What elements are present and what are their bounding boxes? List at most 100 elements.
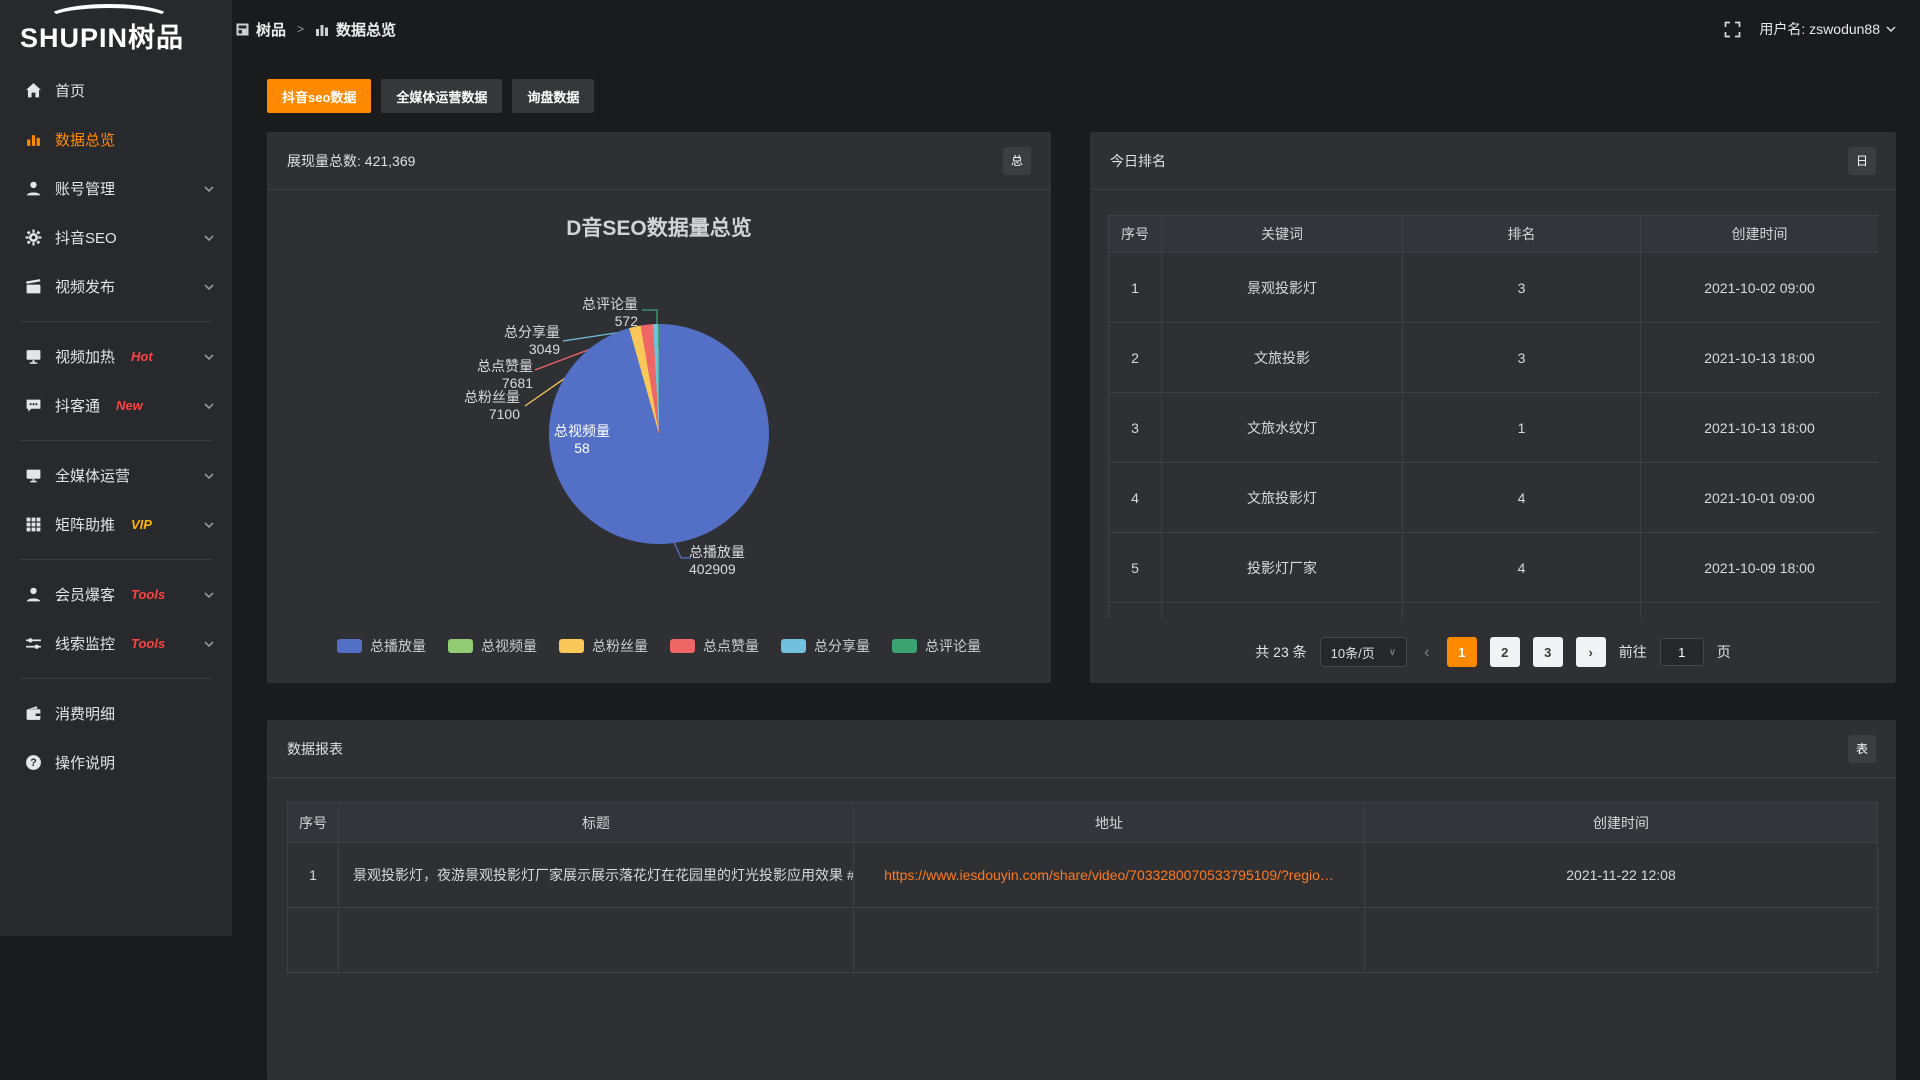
breadcrumb-item-current[interactable]: 数据总览	[336, 19, 396, 40]
sidebar-item-label: 操作说明	[55, 752, 115, 773]
legend-label: 总播放量	[370, 636, 426, 656]
tools-badge: Tools	[131, 587, 165, 602]
pie-callout-plays: 总播放量 402909	[689, 544, 745, 578]
column-header: 序号	[1109, 216, 1162, 253]
sidebar-item-label: 线索监控	[55, 633, 115, 654]
cell-created: 2021-10-02 09:00	[1641, 253, 1879, 323]
legend-item-videos[interactable]: 总视频量	[448, 636, 537, 656]
sidebar-item-label: 全媒体运营	[55, 465, 130, 486]
sidebar-item-data-overview[interactable]: 数据总览	[0, 115, 232, 164]
pie-callout-videos: 总视频量 58	[552, 423, 612, 457]
legend-swatch	[781, 639, 806, 653]
table-row[interactable]: 1 景观投影灯 3 2021-10-02 09:00	[1109, 253, 1879, 323]
sidebar-item-instructions[interactable]: ? 操作说明	[0, 738, 232, 787]
table-header-row: 序号 标题 地址 创建时间	[288, 803, 1878, 843]
sidebar-item-label: 首页	[55, 80, 85, 101]
prev-page-button[interactable]: ‹	[1420, 642, 1434, 662]
legend-item-shares[interactable]: 总分享量	[781, 636, 870, 656]
sidebar-item-video-publish[interactable]: 视频发布	[0, 262, 232, 311]
data-report-panel: 数据报表 表 序号 标题 地址 创建时间 1 景观投影灯，夜游景观投影灯	[267, 720, 1896, 1080]
svg-text:?: ?	[30, 757, 36, 769]
ranking-panel-header: 今日排名 日	[1090, 132, 1896, 190]
user-menu[interactable]: 用户名: zswodun88	[1759, 19, 1896, 39]
tab-douyin-seo-data[interactable]: 抖音seo数据	[267, 79, 371, 113]
sidebar-item-omnimedia[interactable]: 全媒体运营	[0, 451, 232, 500]
report-panel-header: 数据报表 表	[267, 720, 1896, 778]
sidebar-item-douyin-seo[interactable]: 抖音SEO	[0, 213, 232, 262]
sidebar-item-lead-monitor[interactable]: 线索监控 Tools	[0, 619, 232, 668]
overview-panel: 展现量总数: 421,369 总 D音SEO数据量总览 总评论量 572	[267, 132, 1051, 683]
sidebar-item-expense-detail[interactable]: 消费明细	[0, 689, 232, 738]
table-row[interactable]: 5 投影灯厂家 4 2021-10-09 18:00	[1109, 533, 1879, 603]
page-size-select[interactable]: 10条/页 ∨	[1320, 637, 1407, 667]
chevron-down-icon	[204, 186, 214, 192]
legend-item-likes[interactable]: 总点赞量	[670, 636, 759, 656]
cell-keyword: 文旅水纹灯	[1162, 393, 1403, 463]
cell-created: 2021-10-01 09:00	[1641, 463, 1879, 533]
tab-inquiry-data[interactable]: 询盘数据	[512, 79, 594, 113]
user-icon	[24, 180, 42, 198]
legend-swatch	[670, 639, 695, 653]
callout-value: 58	[552, 440, 612, 457]
table-row-empty	[288, 908, 1878, 973]
day-toggle-button[interactable]: 日	[1848, 147, 1876, 175]
chevron-down-icon	[204, 522, 214, 528]
legend-item-plays[interactable]: 总播放量	[337, 636, 426, 656]
page-button-3[interactable]: 3	[1533, 637, 1563, 667]
sidebar-item-label: 视频发布	[55, 276, 115, 297]
cell-keyword: 投影灯厂家	[1162, 533, 1403, 603]
cell-index: 1	[1109, 253, 1162, 323]
monitor-icon	[24, 467, 42, 485]
sidebar-item-matrix-boost[interactable]: 矩阵助推 VIP	[0, 500, 232, 549]
callout-value: 402909	[689, 561, 745, 578]
cell-created: 2021-10-09 18:00	[1641, 533, 1879, 603]
sidebar-item-member-burst[interactable]: 会员爆客 Tools	[0, 570, 232, 619]
cell-created: 2021-10-13 18:00	[1641, 393, 1879, 463]
table-row[interactable]: 2 文旅投影 3 2021-10-13 18:00	[1109, 323, 1879, 393]
sidebar-divider	[20, 440, 212, 441]
gear-icon	[24, 229, 42, 247]
pie-callout-likes: 总点赞量 7681	[477, 358, 533, 392]
table-row[interactable]: 1 景观投影灯，夜游景观投影灯厂家展示展示落花灯在花园里的灯光投影应用效果 # …	[288, 843, 1878, 908]
sidebar-item-video-heat[interactable]: 视频加热 Hot	[0, 332, 232, 381]
column-header: 地址	[854, 803, 1365, 843]
legend-item-fans[interactable]: 总粉丝量	[559, 636, 648, 656]
hot-badge: Hot	[131, 349, 153, 364]
chevron-down-icon	[204, 354, 214, 360]
table-row[interactable]: 3 文旅水纹灯 1 2021-10-13 18:00	[1109, 393, 1879, 463]
app-logo: SHUPIN树品	[0, 0, 232, 60]
goto-page-input[interactable]	[1660, 638, 1704, 666]
bar-chart-icon	[315, 23, 329, 36]
sidebar-item-label: 矩阵助推	[55, 514, 115, 535]
overview-total-label: 展现量总数: 421,369	[287, 151, 415, 171]
username-label: 用户名: zswodun88	[1759, 19, 1880, 39]
next-page-button[interactable]: ›	[1576, 637, 1606, 667]
chevron-down-icon	[204, 284, 214, 290]
ranking-panel-title: 今日排名	[1110, 151, 1166, 171]
breadcrumb-item[interactable]: 树品	[256, 19, 286, 40]
sidebar-item-doketong[interactable]: 抖客通 New	[0, 381, 232, 430]
sidebar-item-label: 账号管理	[55, 178, 115, 199]
sidebar-item-home[interactable]: 首页	[0, 66, 232, 115]
page-button-1[interactable]: 1	[1447, 637, 1477, 667]
table-row[interactable]: 4 文旅投影灯 4 2021-10-01 09:00	[1109, 463, 1879, 533]
total-toggle-button[interactable]: 总	[1003, 147, 1031, 175]
sidebar-item-label: 抖音SEO	[55, 227, 117, 248]
tab-omnimedia-data[interactable]: 全媒体运营数据	[381, 79, 502, 113]
sidebar-item-label: 数据总览	[55, 129, 115, 150]
callout-label: 总评论量	[582, 296, 638, 313]
logo-arc-decoration	[46, 4, 172, 34]
table-toggle-button[interactable]: 表	[1848, 735, 1876, 763]
pie-chart: D音SEO数据量总览 总评论量 572 总分享量 3049	[267, 190, 1051, 630]
cell-index: 3	[1109, 393, 1162, 463]
chevron-down-icon: ∨	[1389, 647, 1396, 658]
grid-icon	[24, 516, 42, 534]
sidebar-item-account[interactable]: 账号管理	[0, 164, 232, 213]
fullscreen-icon[interactable]	[1724, 21, 1741, 38]
sidebar-item-label: 消费明细	[55, 703, 115, 724]
cell-video-link[interactable]: https://www.iesdouyin.com/share/video/70…	[854, 843, 1365, 908]
legend-item-comments[interactable]: 总评论量	[892, 636, 981, 656]
cell-keyword: 景观投影灯	[1162, 253, 1403, 323]
new-badge: New	[116, 398, 143, 413]
page-button-2[interactable]: 2	[1490, 637, 1520, 667]
